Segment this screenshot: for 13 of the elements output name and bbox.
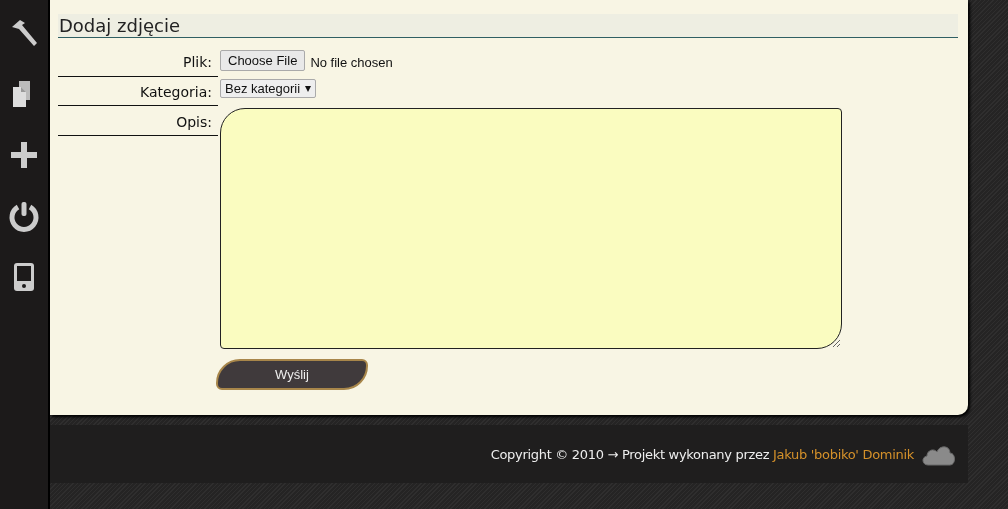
submit-button[interactable]: Wyślij [216,359,368,390]
field-label: Kategoria: [58,77,218,106]
file-status: No file chosen [310,55,393,70]
plus-icon[interactable] [8,139,40,171]
author-link[interactable]: Jakub 'bobiko' Dominik [773,446,914,462]
power-icon[interactable] [8,200,40,232]
choose-file-button[interactable]: Choose File [220,50,306,71]
category-dropdown[interactable]: Bez kategorii [220,79,317,98]
panel-title: Dodaj zdjęcie [58,14,958,38]
description-field[interactable] [220,108,842,349]
field-label: Plik: [58,50,218,77]
field-label: Opis: [58,106,218,136]
copyright-text: Copyright © 2010 → Projekt wykonany przez Jakub 'bobiko' Dominik [490,446,914,462]
